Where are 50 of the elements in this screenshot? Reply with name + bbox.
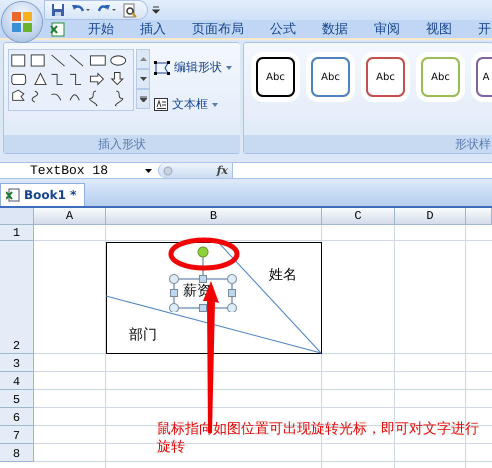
circle-handle-icon: [163, 166, 173, 176]
office-logo-icon: [11, 11, 33, 33]
dropdown-caret-icon: [145, 168, 152, 172]
workbook-tab[interactable]: Book1 *: [0, 183, 86, 206]
row-header[interactable]: 8: [0, 444, 34, 462]
up-caret-icon: [140, 57, 146, 61]
dropdown-caret-icon: [226, 66, 232, 70]
column-header[interactable]: B: [106, 208, 322, 225]
edit-shape-button[interactable]: 编辑形状: [152, 57, 234, 78]
text-box-icon: [154, 98, 168, 111]
row-header[interactable]: 1: [0, 225, 34, 241]
expand-icon: [140, 96, 146, 102]
diagram-label: 部门: [129, 326, 157, 344]
edit-shape-icon: [154, 60, 170, 74]
insert-function-button[interactable]: fx: [216, 164, 228, 177]
down-caret-icon: [140, 77, 146, 81]
worksheet-grid[interactable]: [34, 225, 492, 468]
column-header[interactable]: C: [322, 208, 395, 225]
ribbon-tab[interactable]: 审阅: [361, 20, 413, 38]
ribbon-tab[interactable]: 插入: [127, 20, 179, 38]
row-header[interactable]: 6: [0, 408, 34, 426]
text-box-button[interactable]: 文本框: [152, 94, 234, 115]
print-preview-icon[interactable]: [123, 2, 137, 18]
ribbon-tab[interactable]: 视图: [413, 20, 465, 38]
selection-handles-drawing[interactable]: [167, 244, 239, 312]
shape-gallery[interactable]: [8, 49, 134, 111]
spreadsheet-icon: [50, 22, 65, 36]
row-header[interactable]: 5: [0, 390, 34, 408]
spreadsheet-icon: [6, 188, 20, 202]
column-header[interactable]: A: [34, 208, 106, 225]
ribbon-tab[interactable]: 开始: [75, 20, 127, 38]
scroll-down-button[interactable]: [136, 69, 150, 89]
ribbon-tab[interactable]: 页面布局: [179, 20, 257, 38]
more-button[interactable]: [136, 89, 150, 109]
diagram-label: 姓名: [269, 266, 297, 284]
dropdown-caret-icon: [212, 102, 218, 106]
group-label: 形状样: [244, 135, 492, 153]
name-box[interactable]: TextBox 18: [0, 163, 158, 178]
row-header[interactable]: 4: [0, 372, 34, 390]
ribbon-tab[interactable]: 开: [465, 20, 492, 38]
highlight-ellipse: [168, 236, 240, 272]
ribbon-tab[interactable]: 公式: [257, 20, 309, 38]
row-header[interactable]: 2: [0, 241, 34, 354]
ribbon-tab[interactable]: 数据: [309, 20, 361, 38]
row-header[interactable]: 7: [0, 426, 34, 444]
save-icon[interactable]: [51, 3, 65, 17]
row-header[interactable]: 3: [0, 354, 34, 372]
group-label: 插入形状: [4, 135, 240, 153]
column-header[interactable]: D: [395, 208, 466, 225]
customize-toolbar-icon[interactable]: [152, 6, 160, 14]
